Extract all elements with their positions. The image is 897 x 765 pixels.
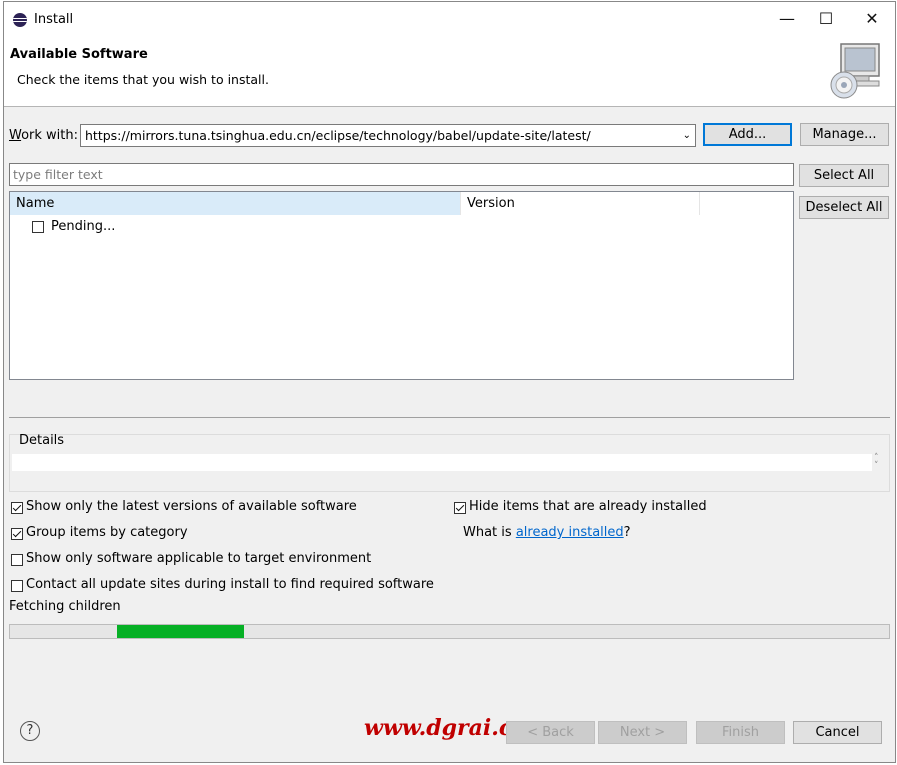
status-text: Fetching children xyxy=(9,599,121,614)
manage-button[interactable]: Manage... xyxy=(800,123,889,146)
next-button[interactable]: Next > xyxy=(598,721,687,744)
latest-versions-checkbox[interactable] xyxy=(11,502,23,514)
details-group: Details ˄ ˅ xyxy=(9,433,890,492)
latest-versions-label: Show only the latest versions of availab… xyxy=(26,499,357,514)
progress-bar xyxy=(9,624,890,639)
software-table: Name Version Pending... xyxy=(9,191,794,380)
separator xyxy=(9,417,890,418)
install-dialog: Install — ☐ ✕ Available Software Check t… xyxy=(3,1,896,763)
deselect-all-button[interactable]: Deselect All xyxy=(799,196,889,219)
title-bar: Install — ☐ ✕ xyxy=(4,2,895,36)
details-label: Details xyxy=(19,433,65,448)
window-title: Install xyxy=(34,12,74,27)
column-version-label: Version xyxy=(467,196,515,211)
close-icon[interactable]: ✕ xyxy=(861,8,883,30)
contact-sites-label: Contact all update sites during install … xyxy=(26,577,434,592)
column-name-label: Name xyxy=(16,196,55,211)
table-row[interactable]: Pending... xyxy=(10,215,460,237)
eclipse-icon xyxy=(13,13,27,27)
add-button[interactable]: Add... xyxy=(703,123,792,146)
page-title: Available Software xyxy=(10,47,148,62)
progress-fill xyxy=(117,625,244,638)
work-with-label: Work with: xyxy=(9,128,79,143)
row-checkbox[interactable] xyxy=(32,221,44,233)
group-by-category-checkbox[interactable] xyxy=(11,528,23,540)
back-button[interactable]: < Back xyxy=(506,721,595,744)
chevron-down-icon[interactable]: ⌄ xyxy=(683,125,691,146)
maximize-icon[interactable]: ☐ xyxy=(815,8,837,30)
contact-sites-checkbox[interactable] xyxy=(11,580,23,592)
what-is-installed: What is already installed? xyxy=(463,525,631,540)
what-is-suffix: ? xyxy=(623,525,631,540)
cancel-button[interactable]: Cancel xyxy=(793,721,882,744)
column-header-name[interactable]: Name xyxy=(10,192,460,215)
row-name: Pending... xyxy=(51,219,116,234)
hide-installed-label: Hide items that are already installed xyxy=(469,499,707,514)
work-with-value: https://mirrors.tuna.tsinghua.edu.cn/ecl… xyxy=(85,128,591,143)
select-all-button[interactable]: Select All xyxy=(799,164,889,187)
target-env-label: Show only software applicable to target … xyxy=(26,551,372,566)
details-scroll-icon[interactable]: ˄ ˅ xyxy=(874,454,879,471)
wizard-header: Available Software Check the items that … xyxy=(4,36,895,107)
page-subtitle: Check the items that you wish to install… xyxy=(17,72,269,87)
what-is-prefix: What is xyxy=(463,525,516,540)
already-installed-link[interactable]: already installed xyxy=(516,525,624,540)
target-env-checkbox[interactable] xyxy=(11,554,23,566)
hide-installed-checkbox[interactable] xyxy=(454,502,466,514)
help-icon[interactable]: ? xyxy=(20,721,40,741)
minimize-icon[interactable]: — xyxy=(776,8,798,30)
details-text xyxy=(12,454,872,471)
column-header-version[interactable]: Version xyxy=(460,192,700,215)
group-by-category-label: Group items by category xyxy=(26,525,188,540)
work-with-combo[interactable]: https://mirrors.tuna.tsinghua.edu.cn/ecl… xyxy=(80,124,696,147)
install-wizard-icon xyxy=(830,43,880,99)
finish-button[interactable]: Finish xyxy=(696,721,785,744)
filter-input[interactable]: type filter text xyxy=(9,163,794,186)
